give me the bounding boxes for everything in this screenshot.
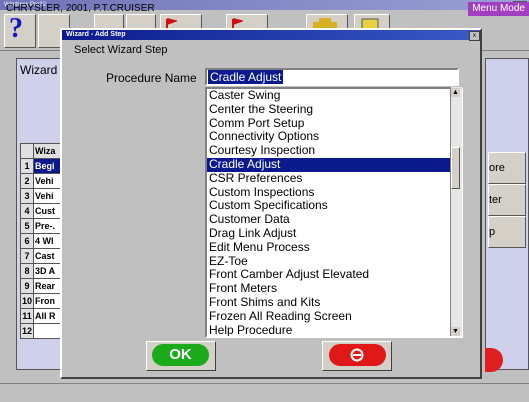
list-item[interactable]: Courtesy Inspection (207, 143, 453, 158)
step-name: Cast (33, 248, 64, 264)
list-item[interactable]: Center the Steering (207, 102, 453, 117)
table-row[interactable]: 8 3D A (19, 263, 64, 279)
step-name: 3D A (33, 263, 64, 279)
step-number: 11 (19, 308, 35, 324)
list-item[interactable]: Help Procedure (207, 323, 453, 336)
table-row[interactable]: 2 Vehi (19, 173, 64, 189)
list-item[interactable]: EZ-Toe (207, 254, 453, 269)
step-number: 8 (19, 263, 35, 279)
table-row[interactable]: 5 Pre-. (19, 218, 64, 234)
step-name (33, 323, 64, 339)
step-number: 12 (19, 323, 35, 339)
table-header-name: Wiza (33, 143, 64, 159)
step-name: Pre-. (33, 218, 64, 234)
list-item[interactable]: Edit Menu Process (207, 240, 453, 255)
mode-badge: Menu Mode (468, 2, 529, 16)
table-row[interactable]: 12 (19, 323, 64, 339)
more-button[interactable]: ore (488, 152, 526, 184)
help-icon: ? (9, 13, 23, 44)
step-number: 7 (19, 248, 35, 264)
step-number: 1 (19, 158, 35, 174)
wizard-label: Wizard (20, 63, 58, 77)
table-row[interactable]: 7 Cast (19, 248, 64, 264)
step-name: Cust (33, 203, 64, 219)
procedure-name-label: Procedure Name (106, 71, 197, 85)
list-item[interactable]: Front Camber Adjust Elevated (207, 268, 453, 282)
step-name: Vehi (33, 173, 64, 189)
table-header-num (19, 143, 35, 159)
procedure-name-input[interactable] (205, 68, 459, 86)
list-item[interactable]: Drag Link Adjust (207, 226, 453, 241)
step-name: 4 Wl (33, 233, 64, 249)
table-row[interactable]: 1 Begi (19, 158, 64, 174)
step-name: Begi (33, 158, 64, 174)
step-number: 5 (19, 218, 35, 234)
list-item[interactable]: Front Meters (207, 281, 453, 296)
scroll-up-arrow-icon[interactable]: ▲ (451, 88, 460, 97)
list-item[interactable]: Caster Swing (207, 89, 453, 103)
scroll-down-arrow-icon[interactable]: ▼ (451, 327, 460, 336)
table-row[interactable]: 4 Cust (19, 203, 64, 219)
procedure-listbox[interactable]: Caster Swing Center the Steering Comm Port… (205, 87, 463, 338)
list-item[interactable]: CSR Preferences (207, 171, 453, 186)
ok-label[interactable]: OK (152, 344, 209, 366)
dialog-close-button[interactable]: x (469, 31, 480, 41)
list-item[interactable]: Custom Specifications (207, 199, 453, 213)
table-header-row: Wiza (19, 143, 64, 159)
step-number: 10 (19, 293, 35, 309)
scrollbar-thumb[interactable] (451, 147, 460, 189)
vehicle-status: CHRYSLER, 2001, P.T.CRUISER (6, 3, 155, 14)
setup-button[interactable]: p (488, 216, 526, 248)
step-number: 6 (19, 233, 35, 249)
step-name: Rear (33, 278, 64, 294)
step-number: 9 (19, 278, 35, 294)
step-name: All R (33, 308, 64, 324)
table-row[interactable]: 9 Rear (19, 278, 64, 294)
status-bar (0, 383, 529, 402)
list-item[interactable]: Connectivity Options (207, 130, 453, 144)
list-item[interactable]: Custom Inspections (207, 185, 453, 200)
dialog-title: Wizard - Add Step (66, 31, 126, 38)
step-name: Vehi (33, 188, 64, 204)
filter-button[interactable]: ter (488, 184, 526, 216)
table-row[interactable]: 64 Wl (19, 233, 64, 249)
wizard-steps-table: Wiza 1 Begi 2 Vehi 3 Vehi 4 Cust 5 Pre-. 6 4 Wl 7 Cast… (19, 143, 64, 339)
table-row[interactable]: 10 Fron (19, 293, 64, 309)
list-item[interactable]: Frozen All Reading Screen (207, 309, 453, 324)
dialog-heading: Select Wizard Step (74, 44, 168, 56)
step-number: 4 (19, 203, 35, 219)
table-row[interactable]: 11 All R (19, 308, 64, 324)
step-number: 2 (19, 173, 35, 189)
list-item[interactable]: Customer Data (207, 212, 453, 227)
step-number: 3 (19, 188, 35, 204)
list-item[interactable]: Comm Port Setup (207, 116, 453, 131)
table-row[interactable]: 3 Vehi (19, 188, 64, 204)
list-item[interactable]: Front Shims and Kits (207, 295, 453, 310)
list-item[interactable]: Cradle Adjust (207, 157, 453, 172)
list-scrollbar[interactable] (450, 87, 462, 336)
help-button[interactable]: ? (4, 13, 36, 48)
step-name: Fron (33, 293, 64, 309)
no-entry-icon (350, 348, 364, 362)
